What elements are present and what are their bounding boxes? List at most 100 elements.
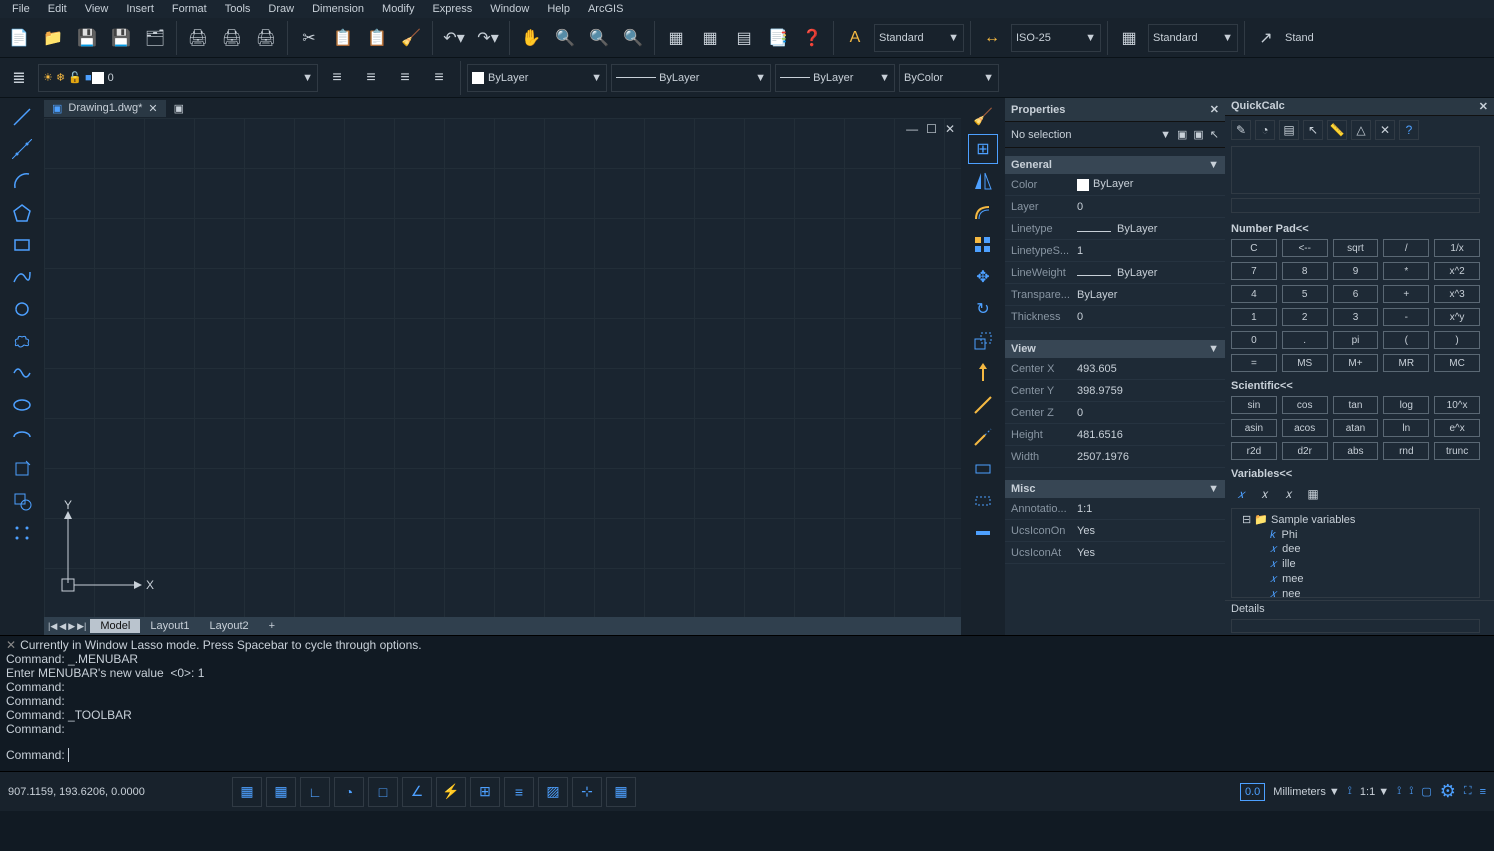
table-style-dropdown[interactable]: Standard▼ bbox=[1148, 24, 1238, 52]
calc-key-0[interactable]: 0 bbox=[1231, 331, 1277, 349]
dim-style-dropdown[interactable]: ISO-25▼ bbox=[1011, 24, 1101, 52]
offset-tool[interactable] bbox=[968, 198, 998, 228]
calc-key-7[interactable]: 7 bbox=[1231, 262, 1277, 280]
var-edit-icon[interactable]: 𝑥 bbox=[1255, 484, 1275, 504]
calc-key-MR[interactable]: MR bbox=[1383, 354, 1429, 372]
calc-key-M+[interactable]: M+ bbox=[1333, 354, 1379, 372]
stretch-tool[interactable] bbox=[968, 358, 998, 388]
property-row[interactable]: LinetypeByLayer bbox=[1005, 218, 1225, 240]
scientific-header[interactable]: Scientific<< bbox=[1225, 378, 1494, 394]
layer-state-3[interactable]: ≡ bbox=[390, 63, 420, 93]
calc-key-C[interactable]: C bbox=[1231, 239, 1277, 257]
dim-style-icon[interactable]: ↔ bbox=[977, 23, 1007, 53]
property-row[interactable]: UcsIconAtYes bbox=[1005, 542, 1225, 564]
calc-key-MC[interactable]: MC bbox=[1434, 354, 1480, 372]
fullscreen-icon[interactable]: ⛶ bbox=[1464, 785, 1472, 798]
property-value[interactable]: 1:1 bbox=[1073, 503, 1225, 515]
revcloud-tool[interactable] bbox=[7, 326, 37, 356]
maximize-icon[interactable]: ☐ bbox=[926, 122, 937, 136]
property-row[interactable]: Center X493.605 bbox=[1005, 358, 1225, 380]
annoscale-icon[interactable]: ⟟ bbox=[1348, 785, 1352, 798]
add-layout-tab[interactable]: + bbox=[259, 619, 285, 633]
undo-button[interactable]: ↶▾ bbox=[439, 23, 469, 53]
move-tool[interactable]: ✥ bbox=[968, 262, 998, 292]
calc-key-*[interactable]: * bbox=[1383, 262, 1429, 280]
property-row[interactable]: Center Y398.9759 bbox=[1005, 380, 1225, 402]
view-section-header[interactable]: View▼ bbox=[1005, 340, 1225, 358]
new-file-button[interactable]: 📄 bbox=[4, 23, 34, 53]
calc-key-2[interactable]: 2 bbox=[1282, 308, 1328, 326]
last-layout-button[interactable]: ▶| bbox=[77, 621, 86, 632]
layer-state-2[interactable]: ≡ bbox=[356, 63, 386, 93]
join-tool[interactable] bbox=[968, 518, 998, 548]
calc-sci-asin[interactable]: asin bbox=[1231, 419, 1277, 437]
command-window[interactable]: ✕ Currently in Window Lasso mode. Press … bbox=[0, 635, 1494, 771]
copy-button[interactable]: 📋 bbox=[328, 23, 358, 53]
text-style-dropdown[interactable]: Standard▼ bbox=[874, 24, 964, 52]
calc-dist-icon[interactable]: 📏 bbox=[1327, 120, 1347, 140]
saveall-button[interactable]: 🗂 bbox=[140, 23, 170, 53]
calc-history-icon[interactable]: ◔ bbox=[1255, 120, 1275, 140]
close-quickcalc-icon[interactable]: ✕ bbox=[1479, 100, 1488, 113]
next-layout-button[interactable]: ▶ bbox=[68, 621, 75, 632]
close-icon[interactable]: ✕ bbox=[945, 122, 955, 136]
print-button[interactable]: 🖨 bbox=[183, 23, 213, 53]
zoom-window-button[interactable]: 🔍 bbox=[584, 23, 614, 53]
calc-x-icon[interactable]: ✕ bbox=[1375, 120, 1395, 140]
property-row[interactable]: Layer0 bbox=[1005, 196, 1225, 218]
select-icon[interactable]: ▣ bbox=[1193, 128, 1203, 141]
general-section-header[interactable]: General▼ bbox=[1005, 156, 1225, 174]
variable-Phi[interactable]: kPhi bbox=[1234, 528, 1477, 542]
property-value[interactable]: 1 bbox=[1073, 245, 1225, 257]
variables-header[interactable]: Variables<< bbox=[1225, 466, 1494, 482]
snap-toggle[interactable]: ▦ bbox=[266, 777, 296, 807]
calc-sci-trunc[interactable]: trunc bbox=[1434, 442, 1480, 460]
lineweight-dropdown[interactable]: ByLayer▼ bbox=[775, 64, 895, 92]
calc-key-<--[interactable]: <-- bbox=[1282, 239, 1328, 257]
linetype-dropdown[interactable]: ByLayer▼ bbox=[611, 64, 771, 92]
mleader-icon[interactable]: ↗ bbox=[1251, 23, 1281, 53]
calc-sci-abs[interactable]: abs bbox=[1333, 442, 1379, 460]
minimize-icon[interactable]: — bbox=[906, 122, 918, 136]
open-file-button[interactable]: 📁 bbox=[38, 23, 68, 53]
var-del-icon[interactable]: 𝑥 bbox=[1279, 484, 1299, 504]
ortho-toggle[interactable]: ∟ bbox=[300, 777, 330, 807]
calc-key-x^3[interactable]: x^3 bbox=[1434, 285, 1480, 303]
var-new-icon[interactable]: 𝑥 bbox=[1231, 484, 1251, 504]
property-value[interactable]: ByLayer bbox=[1073, 223, 1225, 235]
property-value[interactable]: Yes bbox=[1073, 547, 1225, 559]
save-button[interactable]: 💾 bbox=[72, 23, 102, 53]
calc-key-x^2[interactable]: x^2 bbox=[1434, 262, 1480, 280]
property-value[interactable]: ByLayer bbox=[1073, 267, 1225, 279]
calc-key-)[interactable]: ) bbox=[1434, 331, 1480, 349]
calc-sci-sin[interactable]: sin bbox=[1231, 396, 1277, 414]
grid-toggle[interactable]: ▦ bbox=[232, 777, 262, 807]
print-preview-button[interactable]: 🖨 bbox=[217, 23, 247, 53]
spline2-tool[interactable] bbox=[7, 358, 37, 388]
calc-key-pi[interactable]: pi bbox=[1333, 331, 1379, 349]
array-tool[interactable] bbox=[968, 230, 998, 260]
property-value[interactable]: ByLayer bbox=[1073, 178, 1225, 190]
property-row[interactable]: ColorByLayer bbox=[1005, 174, 1225, 196]
break-tool[interactable] bbox=[968, 454, 998, 484]
zoom-extents-button[interactable]: 🔍 bbox=[618, 23, 648, 53]
calc-key-1[interactable]: 1 bbox=[1231, 308, 1277, 326]
polar-toggle[interactable]: ◔ bbox=[334, 777, 364, 807]
property-value[interactable]: 0 bbox=[1073, 407, 1225, 419]
eraser-tool[interactable]: 🧹 bbox=[968, 102, 998, 132]
calc-sci-log[interactable]: log bbox=[1383, 396, 1429, 414]
layer-state-1[interactable]: ≡ bbox=[322, 63, 352, 93]
arc-tool[interactable] bbox=[7, 166, 37, 196]
text-style-icon[interactable]: A bbox=[840, 23, 870, 53]
property-row[interactable]: UcsIconOnYes bbox=[1005, 520, 1225, 542]
redo-button[interactable]: ↷▾ bbox=[473, 23, 503, 53]
variable-nee[interactable]: 𝑥nee bbox=[1234, 587, 1477, 598]
pickadd-icon[interactable]: ▣ bbox=[1177, 128, 1187, 141]
spline-tool[interactable] bbox=[7, 262, 37, 292]
prev-layout-button[interactable]: ◀ bbox=[59, 621, 66, 632]
trim-tool[interactable] bbox=[968, 390, 998, 420]
calc-input[interactable] bbox=[1231, 198, 1480, 213]
property-row[interactable]: Center Z0 bbox=[1005, 402, 1225, 424]
calc-sci-acos[interactable]: acos bbox=[1282, 419, 1328, 437]
calc-key-([interactable]: ( bbox=[1383, 331, 1429, 349]
